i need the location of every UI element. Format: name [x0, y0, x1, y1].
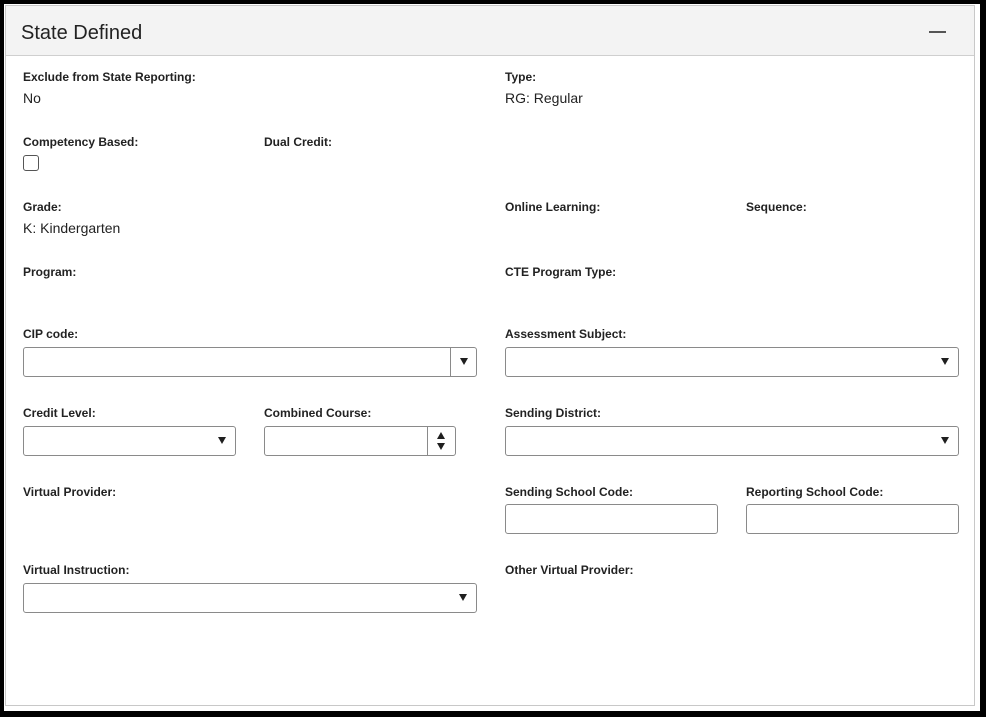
cip-code-select[interactable] — [23, 347, 477, 377]
panel-title: State Defined — [21, 22, 143, 44]
chevron-down-icon — [459, 594, 467, 601]
sending-district-select[interactable] — [505, 426, 959, 456]
sending-school-code-input[interactable] — [505, 504, 718, 534]
arrow-up-icon[interactable] — [437, 432, 445, 439]
chevron-down-icon — [460, 358, 468, 365]
type-label: Type: — [505, 70, 537, 84]
sequence-label: Sequence: — [746, 200, 807, 214]
combined-course-spin-buttons[interactable] — [427, 427, 455, 455]
chevron-down-icon — [941, 358, 949, 365]
arrow-down-icon[interactable] — [437, 443, 445, 450]
sending-school-code-label: Sending School Code: — [505, 485, 633, 499]
combined-course-stepper[interactable] — [264, 426, 456, 456]
collapse-button[interactable] — [926, 22, 950, 42]
dual-credit-label: Dual Credit: — [264, 135, 333, 149]
reporting-school-code-input[interactable] — [746, 504, 959, 534]
cip-code-dropdown-toggle[interactable] — [450, 348, 476, 376]
chevron-down-icon — [218, 437, 226, 444]
credit-level-label: Credit Level: — [23, 406, 96, 420]
sending-district-label: Sending District: — [505, 406, 602, 420]
virtual-provider-label: Virtual Provider: — [23, 485, 117, 499]
exclude-from-state-reporting-label: Exclude from State Reporting: — [23, 70, 196, 84]
program-label: Program: — [23, 265, 77, 279]
grade-value: K: Kindergarten — [23, 220, 121, 236]
online-learning-label: Online Learning: — [505, 200, 601, 214]
reporting-school-code-label: Reporting School Code: — [746, 485, 884, 499]
virtual-instruction-select[interactable] — [23, 583, 477, 613]
credit-level-select[interactable] — [23, 426, 236, 456]
grade-label: Grade: — [23, 200, 62, 214]
competency-based-label: Competency Based: — [23, 135, 139, 149]
competency-based-checkbox[interactable] — [23, 155, 39, 171]
assessment-subject-select[interactable] — [505, 347, 959, 377]
minus-icon — [929, 31, 946, 33]
panel-header: State Defined — [6, 6, 974, 56]
chevron-down-icon — [941, 437, 949, 444]
exclude-from-state-reporting-value: No — [23, 90, 41, 106]
virtual-instruction-label: Virtual Instruction: — [23, 563, 130, 577]
type-value: RG: Regular — [505, 90, 583, 106]
combined-course-label: Combined Course: — [264, 406, 372, 420]
other-virtual-provider-label: Other Virtual Provider: — [505, 563, 634, 577]
cip-code-label: CIP code: — [23, 327, 79, 341]
cte-program-type-label: CTE Program Type: — [505, 265, 617, 279]
assessment-subject-label: Assessment Subject: — [505, 327, 627, 341]
